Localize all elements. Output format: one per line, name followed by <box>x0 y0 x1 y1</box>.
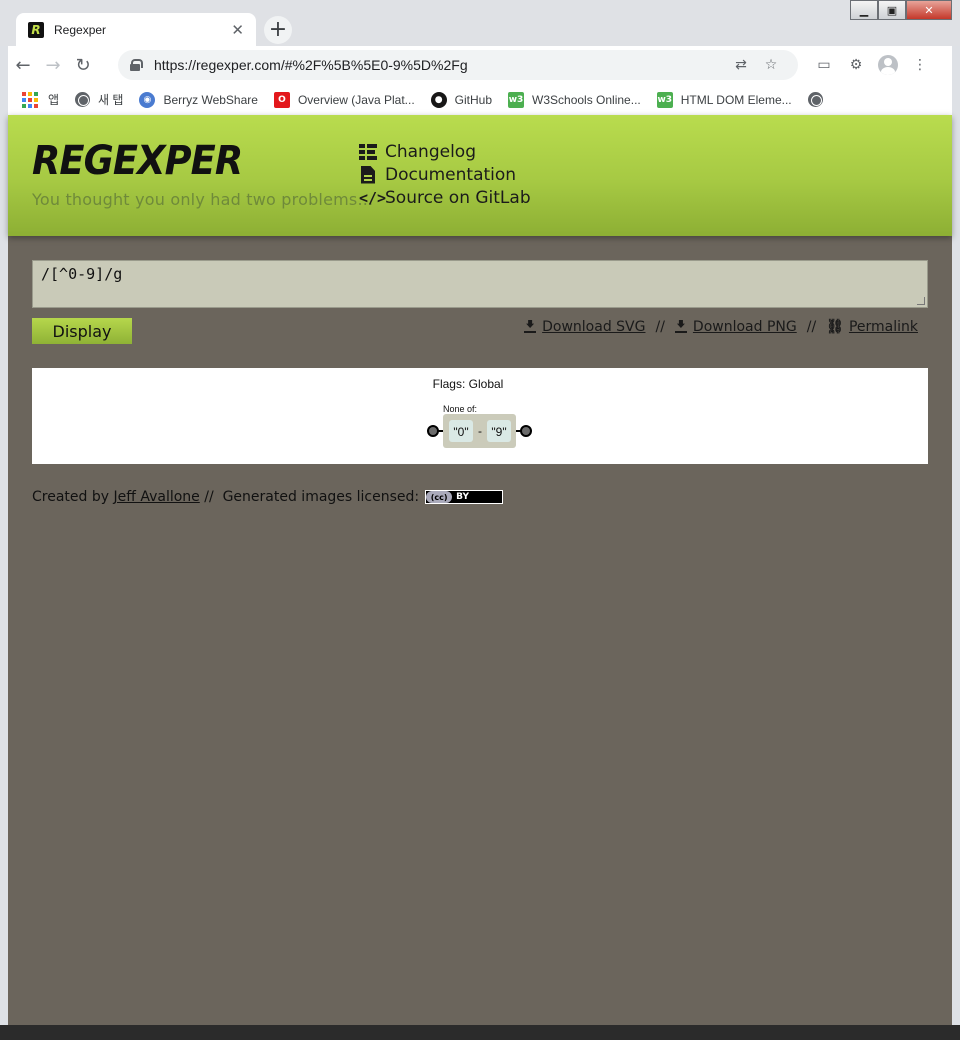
range-end: "9" <box>491 425 506 439</box>
reload-button[interactable]: ↻ <box>68 50 98 80</box>
bookmark-label: Berryz WebShare <box>163 92 258 107</box>
list-icon <box>359 143 379 161</box>
w3schools-icon: w3 <box>508 91 525 108</box>
bookmark-new-tab[interactable]: 새 탭 <box>75 91 123 108</box>
bookmark-label: 앱 <box>48 93 60 107</box>
minimize-button[interactable]: ▁ <box>850 0 878 20</box>
browser-tab[interactable]: R Regexper ✕ <box>16 13 256 47</box>
license-text: Generated images licensed: <box>222 489 420 505</box>
github-icon: ● <box>430 91 447 108</box>
globe-icon <box>807 92 823 107</box>
link-separator: // <box>655 319 665 335</box>
download-icon <box>524 320 537 334</box>
nav-changelog[interactable]: Changelog <box>359 140 531 163</box>
globe-icon <box>75 92 91 107</box>
export-links: Download SVG // Download PNG // ⛓ Permal… <box>524 319 918 335</box>
extension-icon[interactable]: ⚙ <box>840 50 872 80</box>
regexper-page: REGEXPER You thought you only had two pr… <box>8 115 952 1025</box>
download-svg-link[interactable]: Download SVG <box>542 319 645 335</box>
bookmark-label: 새 탭 <box>98 93 124 107</box>
address-bar[interactable]: https://regexper.com/#%2F%5B%5E0-9%5D%2F… <box>118 50 798 80</box>
created-by-text: Created by <box>32 489 110 505</box>
bookmark-berryz[interactable]: ◉ Berryz WebShare <box>139 91 258 108</box>
regex-input-value: /[^0-9]/g <box>41 265 123 283</box>
railroad-svg: Flags: Global None of: "0" - "9" <box>427 377 532 448</box>
regex-diagram: Flags: Global None of: "0" - "9" <box>32 368 928 464</box>
bookmark-apps[interactable]: 앱 <box>22 91 59 108</box>
display-button[interactable]: Display <box>32 318 132 344</box>
regexper-favicon-icon: R <box>28 22 44 38</box>
cc-icon: (cc) <box>426 491 453 503</box>
apps-icon <box>22 91 38 108</box>
url-text[interactable]: https://regexper.com/#%2F%5B%5E0-9%5D%2F… <box>154 57 726 73</box>
set-label: None of: <box>443 404 477 414</box>
code-icon: </> <box>359 188 387 207</box>
browser-toolbar: ← → ↻ https://regexper.com/#%2F%5B%5E0-9… <box>8 46 952 84</box>
flags-label: Flags: Global <box>433 377 504 391</box>
bookmark-java-overview[interactable]: O Overview (Java Plat... <box>273 91 415 108</box>
range-start: "0" <box>453 425 468 439</box>
link-icon: ⛓ <box>826 319 844 335</box>
bookmark-w3schools[interactable]: w3 W3Schools Online... <box>508 91 641 108</box>
nav-label: Changelog <box>385 141 477 162</box>
profile-button[interactable] <box>872 50 904 80</box>
maximize-button[interactable]: ▣ <box>878 0 906 20</box>
oracle-icon: O <box>273 91 290 108</box>
site-tagline: You thought you only had two problems... <box>32 190 374 209</box>
site-header: REGEXPER You thought you only had two pr… <box>8 115 952 236</box>
lock-icon[interactable] <box>130 59 143 71</box>
end-node <box>520 425 532 437</box>
menu-icon[interactable]: ⋮ <box>904 50 936 80</box>
back-button[interactable]: ← <box>8 50 38 80</box>
nav-source-gitlab[interactable]: </> Source on GitLab <box>359 186 531 209</box>
resize-handle[interactable] <box>917 297 925 305</box>
w3schools-icon: w3 <box>656 91 673 108</box>
tab-title: Regexper <box>54 23 107 37</box>
title-bar: R Regexper ✕ + ▁ ▣ ✕ <box>0 0 960 47</box>
browser-window: R Regexper ✕ + ▁ ▣ ✕ ← → ↻ https://regex… <box>0 0 960 1040</box>
site-footer: Created by Jeff Avallone // Generated im… <box>32 489 504 505</box>
cast-icon[interactable]: ▭ <box>808 50 840 80</box>
bookmark-label: GitHub <box>454 92 493 107</box>
author-link[interactable]: Jeff Avallone <box>113 489 199 505</box>
site-nav: Changelog Documentation </> Source on Gi… <box>359 140 531 209</box>
bookmark-star-icon[interactable]: ☆ <box>756 57 786 73</box>
by-icon: BY <box>456 492 470 502</box>
window-controls: ▁ ▣ ✕ <box>850 0 952 20</box>
nav-label: Source on GitLab <box>385 187 531 208</box>
bookmark-github[interactable]: ● GitHub <box>430 91 493 108</box>
nav-documentation[interactable]: Documentation <box>359 163 531 186</box>
regex-input[interactable]: /[^0-9]/g <box>32 260 928 308</box>
translate-icon[interactable]: ⇄ <box>726 57 756 73</box>
nav-label: Documentation <box>385 164 517 185</box>
bookmark-label: HTML DOM Eleme... <box>680 92 792 107</box>
permalink-link[interactable]: Permalink <box>849 319 918 335</box>
berryz-icon: ◉ <box>139 91 156 108</box>
bookmark-label: Overview (Java Plat... <box>297 92 415 107</box>
bookmark-globe[interactable] <box>807 92 831 107</box>
download-icon <box>674 320 687 334</box>
close-window-button[interactable]: ✕ <box>906 0 952 20</box>
close-tab-icon[interactable]: ✕ <box>231 21 244 39</box>
avatar-icon <box>878 55 898 75</box>
start-node <box>427 425 439 437</box>
range-dash: - <box>478 424 482 438</box>
download-png-link[interactable]: Download PNG <box>693 319 797 335</box>
document-icon <box>361 165 375 184</box>
link-separator: // <box>806 319 817 335</box>
taskbar-edge <box>0 1025 960 1040</box>
site-logo[interactable]: REGEXPER <box>32 138 243 184</box>
bookmarks-bar: 앱 새 탭 ◉ Berryz WebShare O Overview (Java… <box>8 84 952 115</box>
footer-separator: // <box>204 489 214 505</box>
new-tab-button[interactable]: + <box>264 16 292 44</box>
cc-by-license-badge[interactable]: (cc) BY <box>425 490 504 504</box>
bookmark-label: W3Schools Online... <box>532 92 641 107</box>
bookmark-html-dom[interactable]: w3 HTML DOM Eleme... <box>656 91 792 108</box>
forward-button[interactable]: → <box>38 50 68 80</box>
